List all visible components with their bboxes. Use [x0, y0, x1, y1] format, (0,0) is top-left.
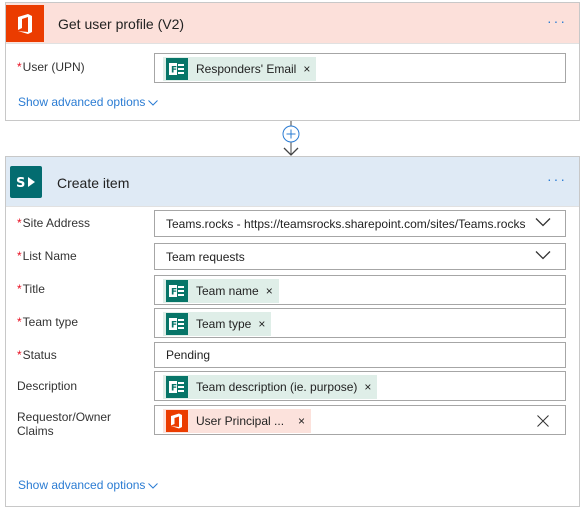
add-step-connector[interactable] — [279, 121, 303, 157]
show-advanced-options-link[interactable]: Show advanced options — [18, 95, 159, 109]
dynamic-content-token[interactable]: User Principal ... × — [163, 409, 312, 433]
svg-text:F: F — [171, 384, 177, 394]
forms-icon: F — [166, 313, 188, 335]
user-upn-input[interactable]: F Responders' Email × — [154, 53, 566, 83]
card-title: Get user profile (V2) — [58, 16, 185, 32]
list-name-dropdown[interactable]: Team requests — [154, 243, 566, 270]
chevron-down-icon[interactable] — [535, 250, 551, 260]
forms-icon: F — [166, 58, 188, 80]
field-label: *Title — [17, 282, 45, 296]
dynamic-content-token[interactable]: F Team description (ie. purpose) × — [163, 375, 378, 399]
field-label: Requestor/Owner Claims — [17, 410, 112, 438]
show-advanced-options-link[interactable]: Show advanced options — [18, 478, 159, 492]
requestor-owner-claims-input[interactable]: User Principal ... × — [154, 405, 566, 435]
close-icon[interactable] — [537, 415, 549, 427]
remove-token-icon[interactable]: × — [298, 414, 305, 428]
link-label: Show advanced options — [18, 478, 146, 492]
token-label: Responders' Email — [196, 62, 297, 76]
field-label: *Team type — [17, 315, 79, 329]
field-value: Team requests — [166, 250, 245, 264]
dynamic-content-token[interactable]: F Team name × — [163, 279, 279, 303]
more-options-icon[interactable]: ··· — [547, 13, 567, 29]
link-label: Show advanced options — [18, 95, 146, 109]
svg-text:F: F — [171, 288, 177, 298]
token-label: Team name — [196, 284, 259, 298]
chevron-down-icon[interactable] — [535, 217, 551, 227]
field-label: Description — [17, 379, 78, 393]
chevron-down-icon — [148, 482, 159, 489]
field-value: Teams.rocks - https://teamsrocks.sharepo… — [166, 217, 526, 231]
field-label: *Status — [17, 348, 57, 362]
svg-text:F: F — [171, 321, 177, 331]
card-header[interactable]: S Create item ··· — [6, 157, 579, 207]
remove-token-icon[interactable]: × — [258, 317, 265, 331]
remove-token-icon[interactable]: × — [364, 380, 371, 394]
forms-icon: F — [166, 376, 188, 398]
field-label: *User (UPN) — [17, 60, 85, 74]
field-value: Pending — [166, 348, 211, 362]
action-card-create-item: S Create item ··· *Site Address Teams.ro… — [5, 156, 580, 507]
token-label: Team type — [196, 317, 252, 331]
dynamic-content-token[interactable]: F Team type × — [163, 312, 272, 336]
remove-token-icon[interactable]: × — [303, 62, 310, 76]
token-label: Team description (ie. purpose) — [196, 380, 358, 394]
site-address-dropdown[interactable]: Teams.rocks - https://teamsrocks.sharepo… — [154, 210, 566, 237]
field-label: *Site Address — [17, 216, 91, 230]
remove-token-icon[interactable]: × — [266, 284, 273, 298]
team-type-input[interactable]: F Team type × — [154, 308, 566, 338]
card-title: Create item — [57, 175, 130, 191]
forms-icon: F — [166, 280, 188, 302]
status-input[interactable]: Pending — [154, 342, 566, 368]
field-label: *List Name — [17, 249, 77, 263]
dynamic-content-token[interactable]: F Responders' Email × — [163, 57, 317, 81]
svg-text:F: F — [171, 66, 177, 76]
sharepoint-icon: S — [10, 166, 42, 198]
action-card-get-user-profile: Get user profile (V2) ··· *User (UPN) F … — [5, 2, 580, 121]
chevron-down-icon — [148, 99, 159, 106]
more-options-icon[interactable]: ··· — [547, 171, 567, 187]
token-label: User Principal ... — [196, 414, 285, 428]
title-input[interactable]: F Team name × — [154, 275, 566, 305]
office-icon — [166, 410, 188, 432]
card-header[interactable]: Get user profile (V2) ··· — [6, 3, 579, 44]
svg-text:S: S — [16, 176, 25, 191]
office-icon — [6, 5, 44, 42]
description-input[interactable]: F Team description (ie. purpose) × — [154, 371, 566, 401]
